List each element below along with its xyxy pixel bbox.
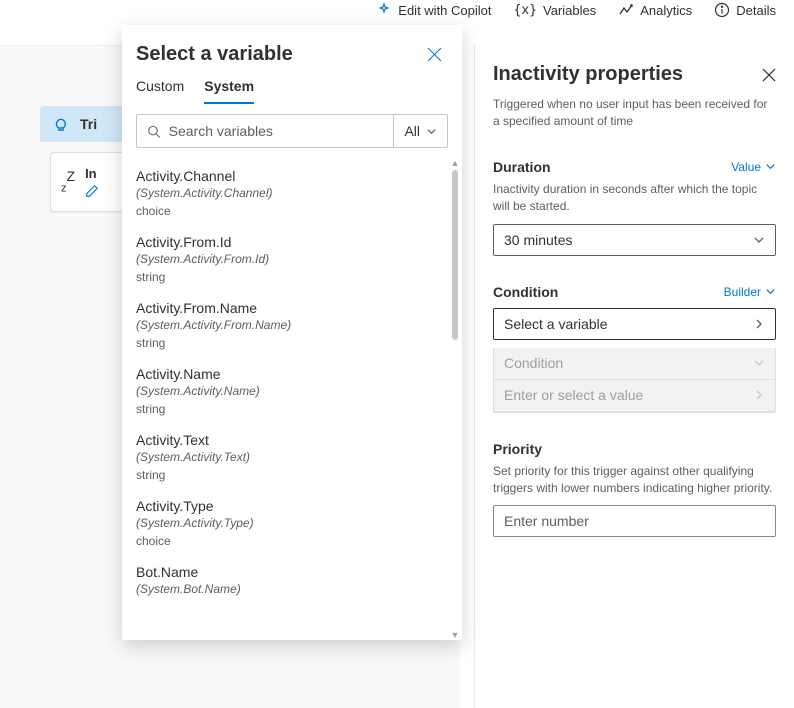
list-item[interactable]: Activity.Text (System.Activity.Text) str… <box>136 424 448 490</box>
popover-title: Select a variable <box>136 43 293 66</box>
search-input[interactable] <box>169 123 384 139</box>
sparkle-icon <box>376 2 392 18</box>
tab-system[interactable]: System <box>204 78 254 104</box>
chevron-down-icon <box>765 286 776 297</box>
chevron-down-icon <box>753 357 765 369</box>
variables-label: Variables <box>543 3 596 18</box>
scroll-down-icon[interactable]: ▼ <box>450 630 460 640</box>
list-item[interactable]: Activity.Channel (System.Activity.Channe… <box>136 160 448 226</box>
priority-label: Priority <box>493 441 542 457</box>
condition-variable-placeholder: Select a variable <box>504 316 608 332</box>
chevron-down-icon <box>765 161 776 172</box>
pane-subtitle: Triggered when no user input has been re… <box>493 96 776 131</box>
select-variable-popover: Select a variable Custom System All Acti… <box>122 25 462 640</box>
variable-list: Activity.Channel (System.Activity.Channe… <box>122 158 462 614</box>
duration-mode-toggle[interactable]: Value <box>731 160 776 174</box>
sleep-icon: zZ <box>61 169 75 195</box>
analytics-button[interactable]: Analytics <box>618 2 692 18</box>
list-item[interactable]: Activity.Type (System.Activity.Type) cho… <box>136 490 448 556</box>
search-filter[interactable]: All <box>393 115 447 147</box>
list-item[interactable]: Activity.Name (System.Activity.Name) str… <box>136 358 448 424</box>
scrollbar[interactable]: ▲ ▼ <box>450 158 460 640</box>
condition-value-select[interactable]: Enter or select a value <box>494 380 775 412</box>
priority-input-wrap <box>493 505 776 537</box>
variables-button[interactable]: {x} Variables <box>514 3 597 18</box>
pane-title: Inactivity properties <box>493 63 683 86</box>
variable-list-wrap: Activity.Channel (System.Activity.Channe… <box>122 158 462 640</box>
chevron-down-icon <box>426 126 437 137</box>
scroll-up-icon[interactable]: ▲ <box>450 158 460 168</box>
duration-select[interactable]: 30 minutes <box>493 224 776 256</box>
analytics-icon <box>618 2 634 18</box>
list-item[interactable]: Activity.From.Name (System.Activity.From… <box>136 292 448 358</box>
close-icon[interactable] <box>762 68 776 82</box>
condition-operator-select[interactable]: Condition <box>494 348 775 380</box>
chevron-right-icon <box>753 318 765 330</box>
trigger-label: Tri <box>80 116 97 132</box>
close-icon[interactable] <box>427 47 442 62</box>
condition-mode-toggle[interactable]: Builder <box>724 285 776 299</box>
properties-pane: Inactivity properties Triggered when no … <box>474 45 794 708</box>
chevron-down-icon <box>753 234 765 246</box>
top-toolbar: Edit with Copilot {x} Variables Analytic… <box>0 0 794 20</box>
scroll-thumb[interactable] <box>452 170 458 340</box>
lightbulb-icon <box>52 115 70 133</box>
condition-variable-select[interactable]: Select a variable <box>493 308 776 340</box>
priority-input[interactable] <box>504 513 765 529</box>
condition-op-placeholder: Condition <box>504 355 563 371</box>
analytics-label: Analytics <box>640 3 692 18</box>
tab-custom[interactable]: Custom <box>136 78 184 104</box>
pencil-icon <box>85 184 99 198</box>
inactivity-node[interactable]: zZ In <box>50 152 130 212</box>
condition-label: Condition <box>493 284 558 300</box>
edit-copilot-label: Edit with Copilot <box>398 3 491 18</box>
search-row: All <box>136 114 448 148</box>
details-button[interactable]: Details <box>714 2 776 18</box>
edit-copilot-button[interactable]: Edit with Copilot <box>376 2 491 18</box>
condition-stack: Condition Enter or select a value <box>493 348 776 413</box>
duration-value: 30 minutes <box>504 232 572 248</box>
list-item[interactable]: Activity.From.Id (System.Activity.From.I… <box>136 226 448 292</box>
node-label: In <box>85 166 99 181</box>
info-icon <box>714 2 730 18</box>
priority-description: Set priority for this trigger against ot… <box>493 463 776 498</box>
details-label: Details <box>736 3 776 18</box>
variables-icon: {x} <box>514 3 537 18</box>
list-item[interactable]: Bot.Name (System.Bot.Name) <box>136 556 448 604</box>
search-icon <box>147 124 161 139</box>
duration-description: Inactivity duration in seconds after whi… <box>493 181 776 216</box>
duration-label: Duration <box>493 159 551 175</box>
condition-value-placeholder: Enter or select a value <box>504 387 643 403</box>
tab-row: Custom System <box>122 70 462 104</box>
filter-label: All <box>404 123 420 139</box>
chevron-right-icon <box>753 389 765 401</box>
